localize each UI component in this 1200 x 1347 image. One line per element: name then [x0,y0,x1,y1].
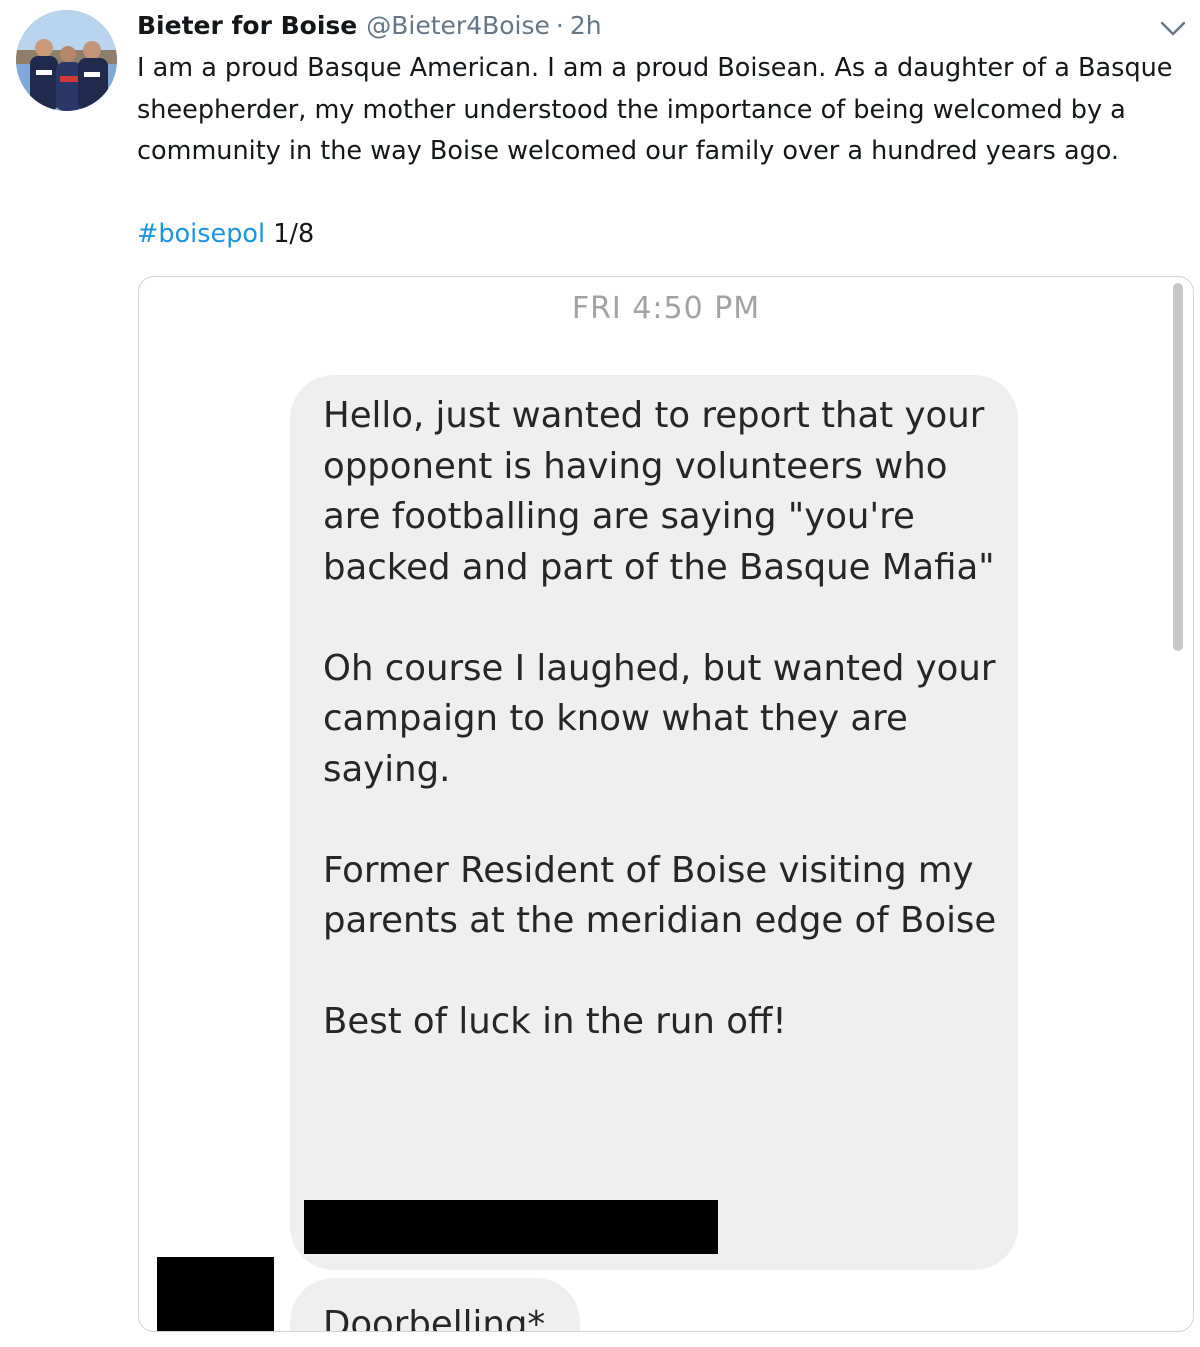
message-paragraph: Former Resident of Boise visiting my par… [323,849,997,942]
hashtag-link[interactable]: #boisepol [137,219,265,249]
message-paragraph: Oh course I laughed, but wanted your cam… [323,647,996,790]
header-separator: · [555,10,564,40]
message-paragraph: Best of luck in the run off! [323,1001,787,1042]
author-avatar[interactable] [16,10,117,111]
attached-screenshot[interactable]: FRI 4:50 PM Hello, just wanted to report… [138,276,1194,1332]
chevron-down-icon [1160,21,1186,36]
tweet-tags: #boisepol 1/8 [137,214,314,255]
tweet-text: I am a proud Basque American. I am a pro… [137,48,1187,173]
redacted-sender-name [304,1200,718,1254]
message-timestamp: FRI 4:50 PM [571,291,761,326]
thread-counter: 1/8 [273,219,315,249]
tweet-timestamp[interactable]: 2h [570,11,602,40]
campaign-group-photo-avatar-icon [16,10,117,111]
followup-message-bubble: Doorbelling* [290,1278,580,1332]
scrollbar[interactable] [1173,283,1183,651]
tweet-header: Bieter for Boise @Bieter4Boise · 2h [137,8,602,42]
author-handle[interactable]: @Bieter4Boise [366,11,550,40]
redacted-sender-avatar [157,1257,274,1331]
message-text: Hello, just wanted to report that your o… [323,391,1013,1048]
message-bubble: Hello, just wanted to report that your o… [290,375,1018,1270]
followup-message-text: Doorbelling* [323,1304,546,1332]
tweet-body: I am a proud Basque American. I am a pro… [137,53,1173,166]
tweet-menu-button[interactable] [1158,18,1188,40]
message-paragraph: Hello, just wanted to report that your o… [323,395,995,588]
author-display-name[interactable]: Bieter for Boise [137,11,357,40]
